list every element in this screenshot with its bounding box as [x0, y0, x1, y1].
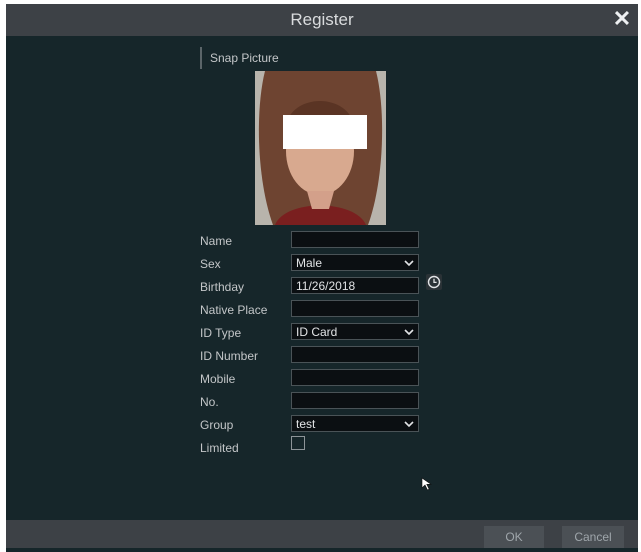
limited-checkbox[interactable] [291, 436, 305, 450]
group-value: test [296, 417, 316, 431]
cancel-button[interactable]: Cancel [562, 526, 624, 548]
mobile-input[interactable] [291, 369, 419, 386]
id-number-input[interactable] [291, 346, 419, 363]
group-label: Group [200, 418, 234, 432]
privacy-mask [283, 115, 367, 149]
chevron-down-icon [404, 260, 414, 267]
id-type-label: ID Type [200, 326, 242, 340]
id-number-label: ID Number [200, 349, 259, 363]
snap-picture [255, 71, 386, 225]
close-icon[interactable]: ✕ [610, 8, 634, 32]
group-select[interactable]: test [291, 415, 419, 432]
name-input[interactable] [291, 231, 419, 248]
section-divider [200, 47, 202, 69]
birthday-input[interactable]: 11/26/2018 [291, 277, 419, 294]
no-label: No. [200, 395, 219, 409]
name-label: Name [200, 234, 233, 248]
mouse-pointer-icon [421, 477, 432, 491]
chevron-down-icon [404, 421, 414, 428]
limited-label: Limited [200, 441, 239, 455]
mobile-label: Mobile [200, 372, 236, 386]
sex-label: Sex [200, 257, 221, 271]
no-input[interactable] [291, 392, 419, 409]
title-bar: Register ✕ [6, 4, 638, 36]
id-type-value: ID Card [296, 325, 338, 339]
sex-value: Male [296, 256, 323, 270]
sex-select[interactable]: Male [291, 254, 419, 271]
id-type-select[interactable]: ID Card [291, 323, 419, 340]
clock-icon[interactable] [426, 274, 442, 290]
birthday-label: Birthday [200, 280, 245, 294]
ok-button[interactable]: OK [484, 526, 544, 548]
native-place-label: Native Place [200, 303, 268, 317]
native-place-input[interactable] [291, 300, 419, 317]
chevron-down-icon [404, 329, 414, 336]
dialog-title: Register [290, 10, 354, 29]
section-label-snap-picture: Snap Picture [210, 51, 279, 65]
